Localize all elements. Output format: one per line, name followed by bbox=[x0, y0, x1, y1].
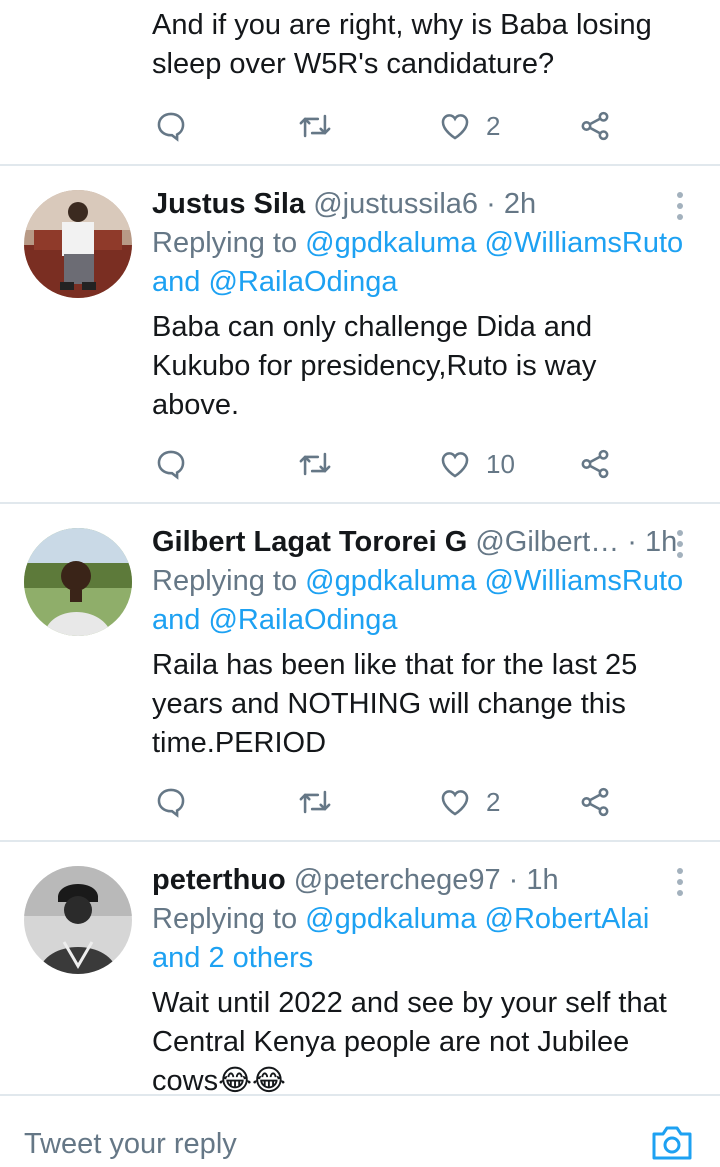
mention-link[interactable]: @RailaOdinga bbox=[208, 266, 397, 298]
mention-links[interactable]: @gpdkaluma @RobertAlai bbox=[305, 903, 649, 935]
share-button[interactable] bbox=[578, 104, 612, 148]
reply-button[interactable] bbox=[154, 780, 188, 824]
timestamp: 2h bbox=[503, 188, 537, 220]
timestamp: 1h bbox=[526, 864, 559, 896]
like-count: 2 bbox=[486, 110, 501, 141]
like-button[interactable]: 2 bbox=[438, 780, 500, 824]
share-button[interactable] bbox=[578, 442, 612, 486]
retweet-icon bbox=[299, 790, 331, 814]
mention-links[interactable]: @gpdkaluma @WilliamsRuto bbox=[305, 565, 683, 597]
reply-input[interactable]: Tweet your reply bbox=[24, 1128, 237, 1161]
share-icon bbox=[581, 787, 609, 817]
reply-compose-bar: Tweet your reply bbox=[0, 1094, 720, 1160]
mention-link[interactable]: and 2 others bbox=[152, 942, 313, 974]
separator: · bbox=[486, 188, 496, 220]
reply-button[interactable] bbox=[154, 442, 188, 486]
user-handle[interactable]: @Gilbert… bbox=[475, 526, 619, 558]
avatar[interactable] bbox=[24, 528, 132, 636]
retweet-icon bbox=[299, 452, 331, 476]
tweet-header: peterthuo @peterchege97 · 1h bbox=[152, 860, 690, 900]
replying-prefix: Replying to bbox=[152, 227, 298, 259]
reply-icon bbox=[157, 112, 185, 142]
mention-link[interactable]: @RailaOdinga bbox=[208, 604, 397, 636]
reply-icon bbox=[157, 788, 185, 818]
tweet[interactable]: Gilbert Lagat Tororei G @Gilbert… · 1h R… bbox=[0, 504, 720, 842]
display-name[interactable]: Justus Sila bbox=[152, 188, 305, 220]
tweet-actions: 2 bbox=[152, 104, 632, 148]
retweet-button[interactable] bbox=[298, 442, 332, 486]
reply-button[interactable] bbox=[154, 104, 188, 148]
tweet-text: Raila has been like that for the last 25… bbox=[152, 649, 638, 759]
user-handle[interactable]: @justussila6 bbox=[313, 188, 478, 220]
separator: · bbox=[508, 864, 519, 896]
like-count: 10 bbox=[486, 448, 515, 479]
mention-links[interactable]: @gpdkaluma @WilliamsRuto bbox=[305, 227, 683, 259]
retweet-button[interactable] bbox=[298, 104, 332, 148]
tweet[interactable]: peterthuo @peterchege97 · 1h Replying to… bbox=[0, 842, 720, 1094]
share-button[interactable] bbox=[578, 780, 612, 824]
like-button[interactable]: 10 bbox=[438, 442, 515, 486]
camera-icon bbox=[652, 1126, 692, 1160]
connector: and bbox=[152, 266, 201, 298]
tweet-header: Gilbert Lagat Tororei G @Gilbert… · 1h bbox=[152, 522, 690, 562]
display-name[interactable]: Gilbert Lagat Tororei G bbox=[152, 526, 467, 558]
tweet-actions: 10 bbox=[152, 442, 632, 486]
retweet-button[interactable] bbox=[298, 780, 332, 824]
reply-feed: And if you are right, why is Baba losing… bbox=[0, 0, 720, 1094]
tweet-actions: 2 bbox=[152, 780, 632, 824]
replying-prefix: Replying to bbox=[152, 565, 298, 597]
heart-icon bbox=[441, 790, 469, 816]
share-icon bbox=[581, 449, 609, 479]
camera-button[interactable] bbox=[650, 1122, 694, 1162]
replying-to: Replying to @gpdkaluma @WilliamsRuto and… bbox=[152, 562, 690, 640]
connector: and bbox=[152, 604, 201, 636]
replying-prefix: Replying to bbox=[152, 903, 298, 935]
tweet[interactable]: Justus Sila @justussila6 · 2h Replying t… bbox=[0, 166, 720, 504]
avatar[interactable] bbox=[24, 866, 132, 974]
like-count: 2 bbox=[486, 786, 501, 817]
display-name[interactable]: peterthuo bbox=[152, 864, 286, 896]
retweet-icon bbox=[299, 114, 331, 138]
tweet-text: And if you are right, why is Baba losing… bbox=[152, 9, 652, 80]
heart-icon bbox=[441, 114, 469, 140]
avatar[interactable] bbox=[24, 190, 132, 298]
replying-to: Replying to @gpdkaluma @WilliamsRuto and… bbox=[152, 224, 690, 302]
like-button[interactable]: 2 bbox=[438, 104, 500, 148]
user-handle[interactable]: @peterchege97 bbox=[294, 864, 501, 896]
separator: · bbox=[627, 526, 637, 558]
tweet-text: Baba can only challenge Dida and Kukubo … bbox=[152, 311, 597, 421]
reply-icon bbox=[157, 450, 185, 480]
heart-icon bbox=[441, 452, 469, 478]
share-icon bbox=[581, 111, 609, 141]
tweet-header: Justus Sila @justussila6 · 2h bbox=[152, 184, 690, 224]
replying-to: Replying to @gpdkaluma @RobertAlai and 2… bbox=[152, 900, 690, 978]
tweet-text: Wait until 2022 and see by your self tha… bbox=[152, 987, 667, 1094]
timestamp: 1h bbox=[645, 526, 678, 558]
tweet-partial[interactable]: And if you are right, why is Baba losing… bbox=[0, 0, 720, 166]
